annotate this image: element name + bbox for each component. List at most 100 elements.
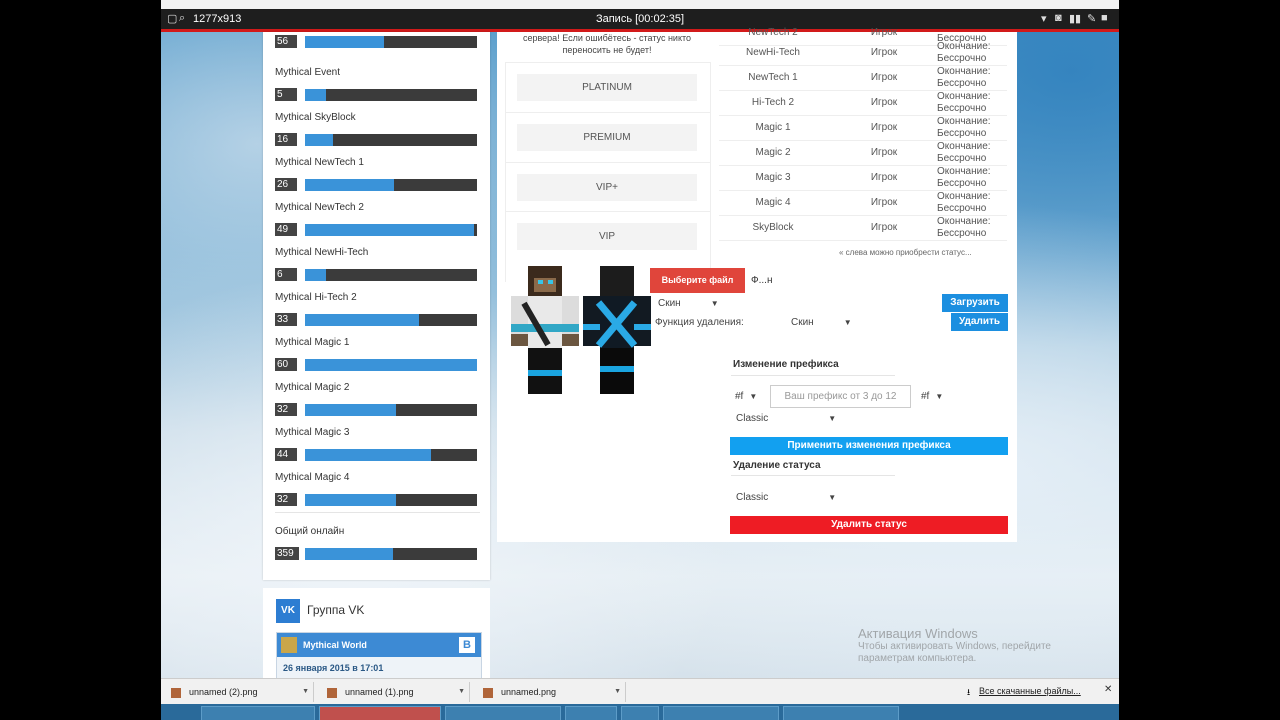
watermark-line: Чтобы активировать Windows, перейдите — [858, 641, 1051, 652]
status-group: Игрок — [870, 97, 898, 108]
chevron-down-icon[interactable]: ▼ — [458, 682, 465, 702]
status-group: Игрок — [870, 222, 898, 233]
online-bar-fill — [305, 449, 431, 461]
status-end: Окончание: Бессрочно — [937, 41, 1007, 65]
plan-row: PLATINUM — [506, 62, 710, 112]
status-row: NewHi-Tech Игрок Окончание: Бессрочно — [719, 40, 1007, 66]
online-bar — [305, 179, 477, 191]
online-bar-fill — [305, 269, 326, 281]
server-name: Mythical SkyBlock — [275, 112, 356, 123]
pause-icon[interactable]: ▮▮ — [1069, 12, 1081, 25]
all-downloads-link[interactable]: Все скачанные файлы... — [979, 686, 1081, 696]
plan-premium-button[interactable]: PREMIUM — [517, 124, 697, 151]
server-name: Mythical Hi-Tech 2 — [275, 292, 357, 303]
delete-type-select[interactable]: Скин ▼ — [791, 317, 852, 328]
status-end: Окончание: Бессрочно — [937, 216, 1007, 240]
start-icon[interactable] — [161, 706, 195, 720]
status-end-label: Окончание: — [937, 166, 991, 177]
apply-prefix-button[interactable]: Применить изменения префикса — [730, 437, 1008, 455]
status-group: Игрок — [870, 27, 898, 38]
prefix-color-select[interactable]: #f ▼ — [735, 391, 757, 402]
upload-button[interactable]: Загрузить — [942, 294, 1008, 312]
delete-button[interactable]: Удалить — [951, 313, 1008, 331]
vk-group-name[interactable]: Mythical World — [303, 640, 367, 650]
online-count: 5 — [275, 88, 297, 101]
download-item[interactable]: unnamed (2).png ▼ — [161, 682, 314, 702]
status-style-value: Classic — [736, 492, 769, 503]
choose-file-button[interactable]: Выберите файл — [650, 268, 745, 293]
taskbar-button[interactable] — [319, 706, 441, 720]
skin-type-value: Скин — [658, 298, 681, 309]
prefix-style-select[interactable]: Classic ▼ — [736, 413, 836, 424]
vk-group-title: Группа VK — [307, 603, 365, 617]
online-bar — [305, 36, 477, 48]
online-bar — [305, 89, 477, 101]
online-bar — [305, 404, 477, 416]
chevron-down-icon[interactable]: ▼ — [302, 682, 309, 702]
status-end-label: Окончание: — [937, 41, 991, 52]
vk-group-box: VK Группа VK Mythical World B 26 января … — [263, 588, 490, 682]
status-end: Окончание: Бессрочно — [937, 66, 1007, 90]
main-panel: сервера! Если ошибётесь - статус никто п… — [497, 27, 1017, 542]
browser-address-bar[interactable] — [161, 0, 1119, 9]
online-count: 16 — [275, 133, 297, 146]
download-item[interactable]: unnamed.png ▼ — [473, 682, 626, 702]
status-end-value: Бессрочно — [937, 153, 987, 164]
status-end: Окончание: Бессрочно — [937, 116, 1007, 140]
online-bar-fill — [305, 89, 326, 101]
plan-row: VIP — [506, 211, 710, 261]
status-style-select[interactable]: Classic ▼ — [736, 492, 836, 503]
server-name — [275, 14, 480, 28]
image-file-icon — [483, 687, 493, 698]
status-row: Magic 2 Игрок Окончание: Бессрочно — [719, 140, 1007, 166]
online-bar-fill — [305, 359, 477, 371]
plan-vip-button[interactable]: VIP — [517, 223, 697, 250]
screen: ▢ ⌕ 1277x913 Запись [00:02:35] ▾ ◙ ▮▮ ✎ … — [161, 0, 1119, 720]
close-icon[interactable]: ✕ — [1104, 684, 1112, 695]
taskbar-button[interactable] — [565, 706, 617, 720]
status-end-label: Окончание: — [937, 66, 991, 77]
status-group: Игрок — [870, 197, 898, 208]
status-row: Magic 3 Игрок Окончание: Бессрочно — [719, 165, 1007, 191]
server-entry: Mythical Hi-Tech 2 33 — [275, 292, 480, 326]
vk-post-date[interactable]: 26 января 2015 в 17:01 — [277, 657, 481, 673]
delete-status-button[interactable]: Удалить статус — [730, 516, 1008, 534]
chevron-down-icon: ▼ — [828, 414, 837, 423]
status-end: Окончание: Бессрочно — [937, 91, 1007, 115]
prefix-color-value: #f — [735, 391, 744, 402]
taskbar-button[interactable] — [621, 706, 659, 720]
online-bar — [305, 134, 477, 146]
status-server: Magic 4 — [755, 197, 791, 208]
plan-vip-plus-button[interactable]: VIP+ — [517, 174, 697, 201]
taskbar-button[interactable] — [201, 706, 315, 720]
chevron-down-icon[interactable]: ▼ — [614, 682, 621, 702]
chevron-down-icon: ▼ — [828, 493, 837, 502]
status-server: NewHi-Tech — [746, 47, 800, 58]
status-end: Окончание: Бессрочно — [937, 166, 1007, 190]
skin-type-select[interactable]: Скин ▼ — [658, 298, 719, 309]
camera-icon[interactable]: ◙ — [1055, 12, 1062, 24]
online-count: 60 — [275, 358, 297, 371]
server-name: Mythical Event — [275, 67, 341, 78]
chevron-down-icon: ▼ — [843, 318, 852, 327]
taskbar-button[interactable] — [663, 706, 779, 720]
pen-icon[interactable]: ✎ — [1087, 12, 1096, 25]
stop-icon[interactable]: ■ — [1101, 12, 1108, 24]
dropdown-icon[interactable]: ▾ — [1041, 12, 1047, 25]
prefix-style-value: Classic — [736, 413, 769, 424]
vk-widget[interactable]: Mythical World B 26 января 2015 в 17:01 — [276, 632, 482, 682]
vk-widget-header[interactable]: Mythical World B — [277, 633, 481, 657]
plan-platinum-button[interactable]: PLATINUM — [517, 74, 697, 101]
section-divider — [731, 375, 895, 376]
taskbar-button[interactable] — [783, 706, 899, 720]
server-online-row: 60 — [275, 358, 480, 371]
online-bar — [305, 269, 477, 281]
taskbar-button[interactable] — [445, 706, 561, 720]
watermark-line: параметрам компьютера. — [858, 653, 977, 664]
nick-color-select[interactable]: #f ▼ — [921, 391, 943, 402]
download-item[interactable]: unnamed (1).png ▼ — [317, 682, 470, 702]
plan-row: PREMIUM — [506, 112, 710, 162]
server-online-row: 32 — [275, 493, 480, 506]
status-end-value: Бессрочно — [937, 128, 987, 139]
prefix-input[interactable]: Ваш префикс от 3 до 12 — [770, 385, 911, 408]
